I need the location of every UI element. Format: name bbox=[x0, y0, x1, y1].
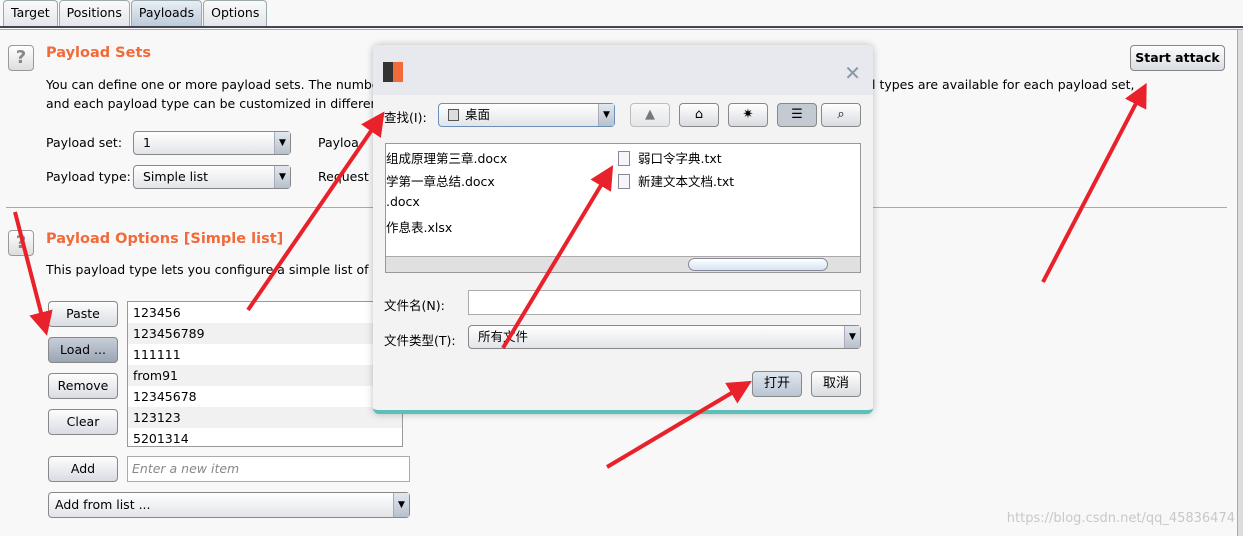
watermark: https://blog.csdn.net/qq_45836474 bbox=[1006, 511, 1235, 526]
annotation-arrows bbox=[13, 82, 1147, 469]
arrow-to-load bbox=[13, 211, 53, 336]
arrow-to-lookin bbox=[246, 111, 385, 312]
arrow-to-open bbox=[605, 380, 752, 469]
arrow-to-dictionary bbox=[501, 165, 614, 350]
arrow-to-start-attack bbox=[1041, 82, 1147, 283]
